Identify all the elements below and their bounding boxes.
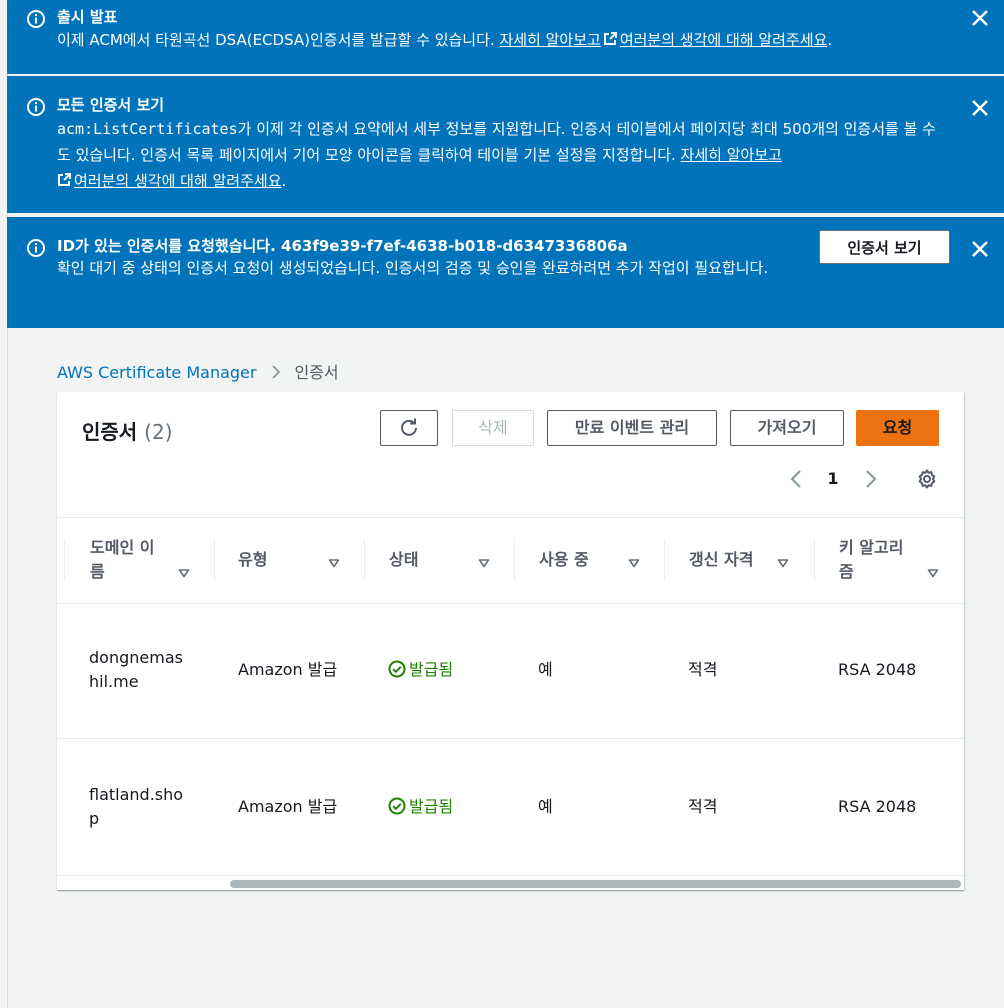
certificate-type: Amazon 발급 [238, 660, 338, 679]
info-icon [27, 10, 45, 28]
column-header-in-use[interactable]: 사용 중 [539, 536, 644, 569]
table-row[interactable]: flatland.shop Amazon 발급 발급됨 예 적격 RSA 204… [57, 739, 964, 876]
sort-down-icon[interactable] [927, 568, 939, 578]
column-label: 갱신 자격 [689, 550, 754, 569]
next-page-icon[interactable] [861, 467, 881, 491]
sort-down-icon[interactable] [178, 568, 190, 578]
breadcrumb-current: 인증서 [294, 363, 339, 382]
column-header-type[interactable]: 유형 [238, 536, 343, 569]
breadcrumb-root-link[interactable]: AWS Certificate Manager [57, 363, 256, 382]
status-text: 발급됨 [409, 660, 454, 679]
column-label: 사용 중 [539, 550, 589, 569]
close-icon[interactable] [970, 239, 990, 259]
key-algorithm: RSA 2048 [838, 660, 917, 679]
horizontal-scrollbar[interactable] [57, 878, 964, 890]
column-header-status[interactable]: 상태 [389, 536, 494, 569]
panel-title: 인증서 (2) [82, 418, 173, 446]
column-divider [814, 538, 815, 580]
column-label: 키 알고리즘 [839, 538, 904, 581]
close-icon[interactable] [970, 98, 990, 118]
flash-request-success: ID가 있는 인증서를 요청했습니다. 463f9e39-f7ef-4638-b… [7, 217, 1004, 328]
column-divider [664, 538, 665, 580]
flash-launch-announcement: 출시 발표 이제 ACM에서 타원곡선 DSA(ECDSA)인증서를 발급할 수… [7, 0, 1004, 74]
sort-down-icon[interactable] [628, 558, 640, 568]
delete-button[interactable]: 삭제 [452, 410, 534, 446]
external-link-icon [58, 173, 71, 186]
in-use: 예 [538, 660, 553, 679]
sort-down-icon[interactable] [777, 558, 789, 568]
domain-name[interactable]: flatland.shop [89, 783, 189, 831]
learn-more-link[interactable]: 자세히 알아보고 [499, 31, 600, 49]
status-badge: 발급됨 [388, 795, 453, 819]
refresh-icon [401, 418, 417, 436]
close-icon[interactable] [970, 8, 990, 28]
chevron-right-icon [272, 365, 281, 379]
flash-title: ID가 있는 인증서를 요청했습니다. 463f9e39-f7ef-4638-b… [57, 237, 628, 255]
flash-title: 출시 발표 [57, 8, 118, 26]
sort-down-icon[interactable] [478, 558, 490, 568]
column-label: 상태 [389, 550, 419, 569]
column-divider [514, 538, 515, 580]
panel-title-text: 인증서 [82, 420, 138, 444]
feedback-link[interactable]: 여러분의 생각에 대해 알려주세요 [74, 172, 282, 190]
table-row[interactable]: dongnemashil.me Amazon 발급 발급됨 예 적격 RSA 2… [57, 602, 964, 739]
previous-page-icon[interactable] [786, 467, 806, 491]
table-header: 도메인 이름 유형 상태 사용 중 갱신 자격 키 알고리즘 [57, 517, 964, 604]
view-certificate-button[interactable]: 인증서 보기 [819, 230, 950, 264]
flash-text: 이제 ACM에서 타원곡선 DSA(ECDSA)인증서를 발급할 수 있습니다. [57, 31, 495, 49]
column-header-key-algorithm[interactable]: 키 알고리즘 [839, 536, 944, 584]
manage-expiry-events-button[interactable]: 만료 이벤트 관리 [547, 410, 717, 446]
request-button[interactable]: 요청 [856, 410, 939, 446]
column-label: 도메인 이름 [90, 538, 155, 581]
breadcrumb: AWS Certificate Manager 인증서 [57, 362, 339, 384]
column-divider [214, 538, 215, 580]
column-divider [364, 538, 365, 580]
refresh-button[interactable] [380, 410, 438, 446]
info-icon [27, 98, 45, 116]
gear-icon[interactable] [915, 467, 939, 491]
import-button[interactable]: 가져오기 [730, 410, 844, 446]
certificate-count: (2) [144, 420, 173, 444]
external-link-icon [603, 32, 617, 45]
check-circle-icon [388, 660, 406, 678]
certificates-table-panel: 인증서 (2) 삭제 만료 이벤트 관리 가져오기 요청 1 도메인 이름 유형… [57, 392, 964, 890]
flash-text: 확인 대기 중 상태의 인증서 요청이 생성되었습니다. 인증서의 검증 및 승… [57, 259, 769, 277]
renewal-eligibility: 적격 [688, 660, 718, 679]
flash-view-all-certificates: 모든 인증서 보기 acm:ListCertificates가 이제 각 인증서… [7, 76, 1004, 213]
domain-name[interactable]: dongnemashil.me [89, 646, 189, 694]
flash-title: 모든 인증서 보기 [57, 96, 165, 114]
column-header-domain[interactable]: 도메인 이름 [90, 536, 190, 584]
renewal-eligibility: 적격 [688, 797, 718, 816]
sort-down-icon[interactable] [328, 558, 340, 568]
learn-more-link[interactable]: 자세히 알아보고 [681, 146, 782, 164]
status-text: 발급됨 [409, 797, 454, 816]
column-label: 유형 [238, 550, 268, 569]
current-page-number[interactable]: 1 [823, 467, 843, 491]
api-name: acm:ListCertificates [57, 120, 238, 138]
in-use: 예 [538, 797, 553, 816]
column-header-renewal[interactable]: 갱신 자격 [689, 536, 794, 569]
info-icon [27, 239, 45, 257]
key-algorithm: RSA 2048 [838, 797, 917, 816]
status-badge: 발급됨 [388, 658, 453, 682]
certificate-type: Amazon 발급 [238, 797, 338, 816]
flash-period: . [281, 172, 287, 190]
column-divider [64, 538, 65, 580]
feedback-link[interactable]: 여러분의 생각에 대해 알려주세요 [620, 31, 828, 49]
flash-period: . [827, 31, 833, 49]
check-circle-icon [388, 797, 406, 815]
scrollbar-thumb[interactable] [230, 880, 961, 888]
